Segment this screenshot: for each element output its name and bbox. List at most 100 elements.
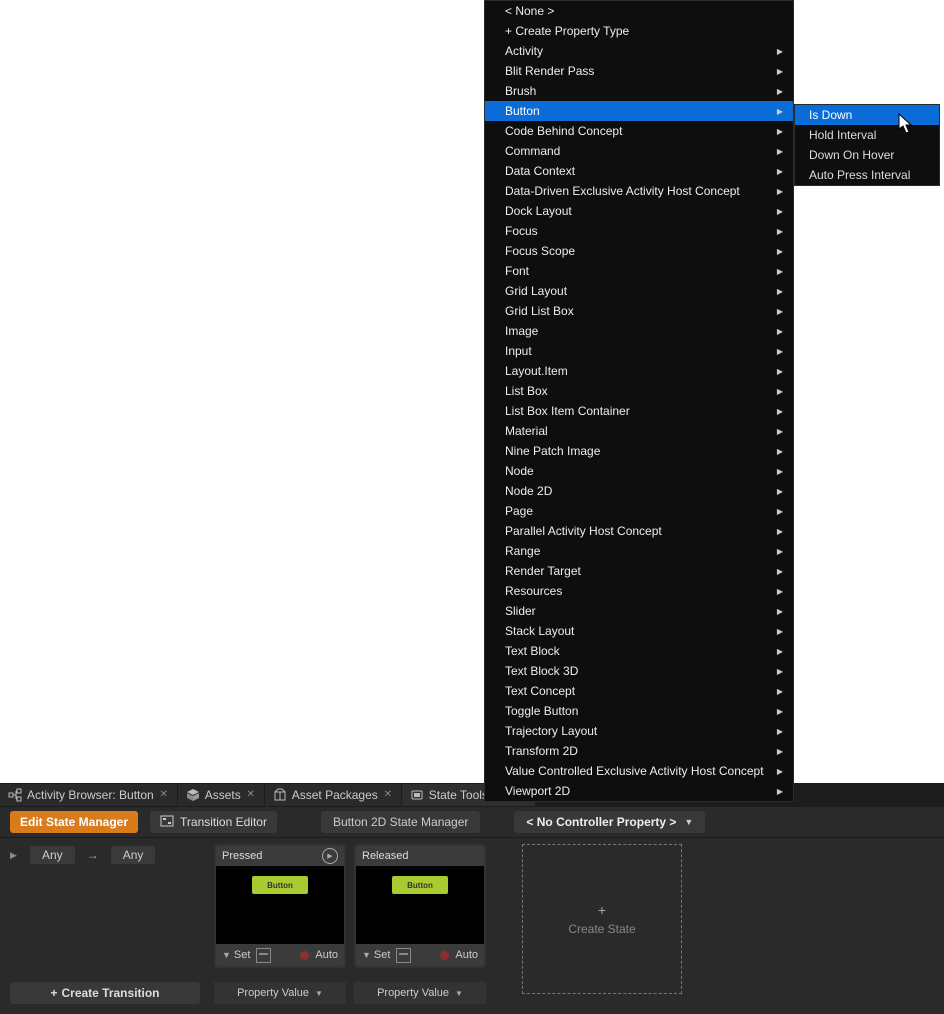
tab-asset-packages[interactable]: Asset Packages ✕ (265, 784, 402, 806)
menu-item[interactable]: Viewport 2D▶ (485, 781, 793, 801)
state-preview[interactable]: Button (216, 866, 344, 944)
menu-item[interactable]: Font▶ (485, 261, 793, 281)
menu-item[interactable]: Dock Layout▶ (485, 201, 793, 221)
set-button[interactable]: ▼ Set (362, 949, 390, 961)
chevron-right-icon: ▶ (777, 247, 783, 256)
transition-from[interactable]: Any (30, 846, 75, 864)
state-name: Pressed (222, 850, 262, 862)
menu-item[interactable]: Stack Layout▶ (485, 621, 793, 641)
menu-item-label: Value Controlled Exclusive Activity Host… (505, 764, 764, 778)
property-value-selector[interactable]: Property Value ▼ (354, 982, 486, 1004)
selector-label: < No Controller Property > (526, 815, 676, 829)
menu-item-label: List Box (505, 384, 548, 398)
create-state-button[interactable]: + Create State (522, 844, 682, 994)
state-card-released: Released Button ▼ Set (354, 844, 486, 1004)
tab-activity-browser[interactable]: Activity Browser: Button ✕ (0, 784, 178, 806)
transition-editor-button[interactable]: Transition Editor (150, 811, 277, 833)
tab-assets[interactable]: Assets ✕ (178, 784, 265, 806)
menu-item-label: Material (505, 424, 548, 438)
play-icon[interactable]: ▶ (322, 848, 338, 864)
transition-to[interactable]: Any (111, 846, 156, 864)
edit-state-manager-button[interactable]: Edit State Manager (10, 811, 138, 833)
package-icon (273, 788, 287, 802)
chevron-right-icon: ▶ (777, 707, 783, 716)
menu-item[interactable]: Trajectory Layout▶ (485, 721, 793, 741)
menu-item[interactable]: Layout.Item▶ (485, 361, 793, 381)
menu-item-label: Slider (505, 604, 536, 618)
close-icon[interactable]: ✕ (383, 790, 393, 800)
menu-item[interactable]: Input▶ (485, 341, 793, 361)
arrow-down-icon: ▼ (222, 950, 231, 960)
menu-item-label: + Create Property Type (505, 24, 629, 38)
menu-item[interactable]: + Create Property Type (485, 21, 793, 41)
auto-label[interactable]: Auto (455, 949, 478, 961)
state-card-header[interactable]: Pressed ▶ (216, 846, 344, 866)
menu-item[interactable]: Nine Patch Image▶ (485, 441, 793, 461)
tab-label: Activity Browser: Button (27, 788, 154, 802)
menu-item[interactable]: Transform 2D▶ (485, 741, 793, 761)
tab-strip: Activity Browser: Button ✕ Assets ✕ Asse… (0, 783, 944, 807)
close-icon[interactable]: ✕ (246, 790, 256, 800)
chevron-right-icon: ▶ (777, 107, 783, 116)
menu-item[interactable]: Image▶ (485, 321, 793, 341)
state-card-header[interactable]: Released (356, 846, 484, 866)
menu-item-label: List Box Item Container (505, 404, 630, 418)
menu-item[interactable]: Value Controlled Exclusive Activity Host… (485, 761, 793, 781)
menu-item-label: Text Block (505, 644, 560, 658)
create-transition-button[interactable]: + Create Transition (10, 982, 200, 1004)
menu-item[interactable]: Text Block 3D▶ (485, 661, 793, 681)
submenu-item[interactable]: Hold Interval (795, 125, 939, 145)
menu-item[interactable]: Activity▶ (485, 41, 793, 61)
menu-item[interactable]: Data Context▶ (485, 161, 793, 181)
submenu-item[interactable]: Is Down (795, 105, 939, 125)
menu-item[interactable]: Blit Render Pass▶ (485, 61, 793, 81)
state-card-pressed: Pressed ▶ Button ▼ Set (214, 844, 346, 1004)
menu-item[interactable]: < None > (485, 1, 793, 21)
menu-item[interactable]: Page▶ (485, 501, 793, 521)
menu-item[interactable]: Code Behind Concept▶ (485, 121, 793, 141)
property-value-selector[interactable]: Property Value ▼ (214, 982, 346, 1004)
state-manager-selector[interactable]: Button 2D State Manager (321, 811, 480, 833)
menu-item[interactable]: Data-Driven Exclusive Activity Host Conc… (485, 181, 793, 201)
submenu-item[interactable]: Down On Hover (795, 145, 939, 165)
menu-item[interactable]: Render Target▶ (485, 561, 793, 581)
menu-item[interactable]: Text Concept▶ (485, 681, 793, 701)
controller-property-selector[interactable]: < No Controller Property > ▼ (514, 811, 705, 833)
auto-label[interactable]: Auto (315, 949, 338, 961)
chevron-right-icon: ▶ (777, 647, 783, 656)
menu-item[interactable]: Resources▶ (485, 581, 793, 601)
close-icon[interactable]: ✕ (159, 790, 169, 800)
menu-item-label: Toggle Button (505, 704, 578, 718)
menu-item[interactable]: Text Block ▶ (485, 641, 793, 661)
menu-item[interactable]: Grid List Box▶ (485, 301, 793, 321)
controller-icon[interactable] (396, 948, 411, 963)
submenu-item[interactable]: Auto Press Interval (795, 165, 939, 185)
menu-item[interactable]: List Box Item Container▶ (485, 401, 793, 421)
menu-item[interactable]: Parallel Activity Host Concept▶ (485, 521, 793, 541)
menu-item[interactable]: Brush▶ (485, 81, 793, 101)
chevron-right-icon: ▶ (777, 727, 783, 736)
state-preview[interactable]: Button (356, 866, 484, 944)
menu-item[interactable]: List Box▶ (485, 381, 793, 401)
menu-item[interactable]: Grid Layout▶ (485, 281, 793, 301)
set-button[interactable]: ▼ Set (222, 949, 250, 961)
menu-item[interactable]: Slider▶ (485, 601, 793, 621)
record-icon[interactable] (300, 951, 309, 960)
menu-item[interactable]: Command▶ (485, 141, 793, 161)
submenu-item-label: Hold Interval (809, 128, 876, 142)
record-icon[interactable] (440, 951, 449, 960)
arrow-down-icon: ▼ (362, 950, 371, 960)
menu-item[interactable]: Button▶ (485, 101, 793, 121)
transition-row[interactable]: ▶ Any → Any (6, 844, 204, 866)
play-icon[interactable]: ▶ (10, 850, 22, 861)
menu-item[interactable]: Node 2D▶ (485, 481, 793, 501)
menu-item[interactable]: Focus Scope▶ (485, 241, 793, 261)
menu-item[interactable]: Focus▶ (485, 221, 793, 241)
menu-item[interactable]: Material ▶ (485, 421, 793, 441)
menu-item[interactable]: Node▶ (485, 461, 793, 481)
controller-icon[interactable] (256, 948, 271, 963)
menu-item[interactable]: Range▶ (485, 541, 793, 561)
chevron-right-icon: ▶ (777, 587, 783, 596)
menu-item[interactable]: Toggle Button ▶ (485, 701, 793, 721)
chevron-right-icon: ▶ (777, 427, 783, 436)
